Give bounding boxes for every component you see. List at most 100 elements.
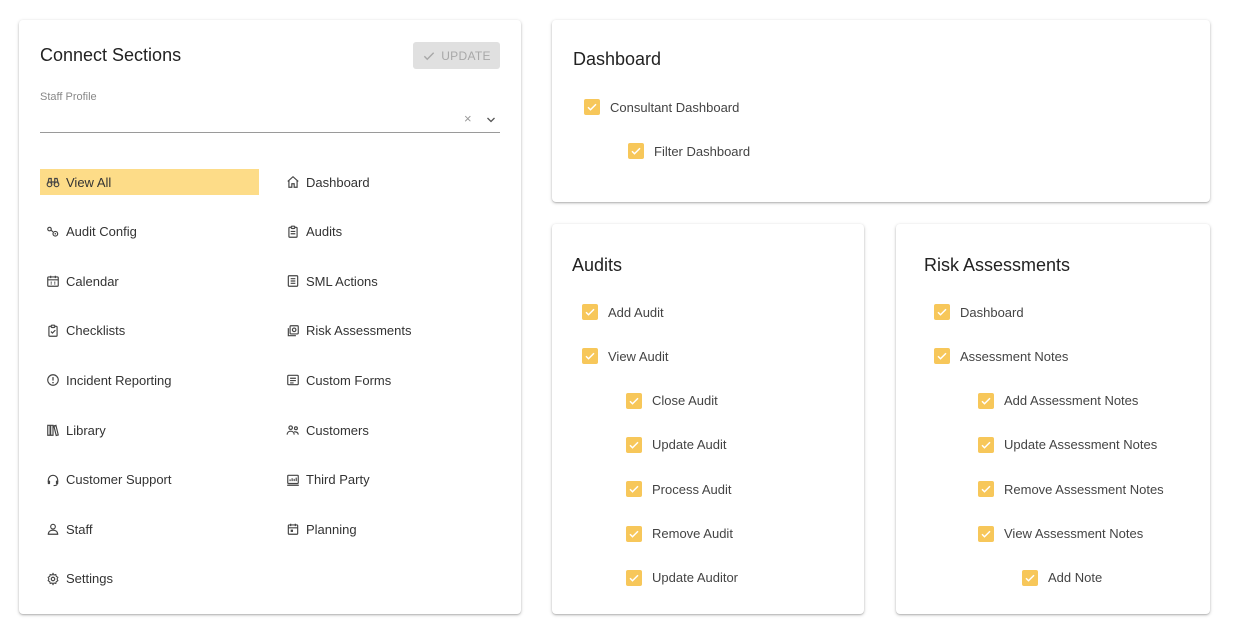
permission-filter-dashboard: Filter Dashboard (628, 142, 750, 160)
checkmark-icon (629, 441, 639, 449)
nav-item-label: Customers (306, 422, 369, 438)
nav-item-audits[interactable]: Audits (280, 219, 500, 245)
list-document-icon (286, 274, 300, 288)
nav-item-incident-reporting[interactable]: Incident Reporting (40, 367, 260, 393)
staff-profile-select[interactable] (40, 108, 460, 132)
third-party-icon (286, 473, 300, 487)
permission-process-audit: Process Audit (626, 480, 732, 498)
nav-item-audit-config[interactable]: Audit Config (40, 219, 260, 245)
audits-permissions-card: Audits Add Audit View Audit Close Audit Upd… (552, 224, 864, 614)
permission-checkbox[interactable] (628, 143, 644, 160)
permission-label: Update Auditor (652, 570, 739, 586)
permission-checkbox[interactable] (626, 392, 642, 409)
checkmark-icon (585, 353, 595, 361)
nav-item-dashboard[interactable]: Dashboard (280, 169, 500, 195)
nav-item-label: Custom Forms (306, 372, 392, 388)
permission-remove-audit: Remove Audit (626, 525, 733, 543)
checkmark-icon (981, 530, 991, 538)
permission-remove-assessment-notes: Remove Assessment Notes (978, 480, 1164, 498)
nav-item-view-all[interactable]: View All (40, 169, 259, 195)
checkmark-icon (937, 353, 947, 361)
library-icon (46, 423, 60, 437)
connect-sections-card: Connect Sections UPDATE Staff Profile × … (19, 20, 521, 614)
permission-add-assessment-notes: Add Assessment Notes (978, 392, 1138, 410)
risk-assessments-permissions-card: Risk Assessments Dashboard Assessment Not… (896, 224, 1210, 614)
audits-permissions-title: Audits (572, 255, 623, 275)
checkmark-icon (587, 103, 597, 111)
permission-checkbox[interactable] (626, 525, 642, 542)
nav-item-planning[interactable]: Planning (280, 516, 500, 542)
staff-profile-label: Staff Profile (40, 91, 97, 103)
permission-checkbox[interactable] (582, 304, 598, 320)
nav-item-label: Staff (66, 521, 93, 537)
permission-checkbox[interactable] (978, 436, 994, 453)
nav-item-label: Checklists (66, 323, 126, 339)
headset-icon (46, 473, 60, 487)
risk-assessments-permissions-title: Risk Assessments (924, 255, 1071, 275)
nav-item-staff[interactable]: Staff (40, 516, 260, 542)
nav-item-customer-support[interactable]: Customer Support (40, 467, 260, 493)
chevron-down-icon[interactable] (485, 114, 497, 126)
checkmark-icon (631, 148, 641, 156)
permission-checkbox[interactable] (1022, 569, 1038, 586)
permission-label: Assessment Notes (960, 348, 1069, 364)
permission-checkbox[interactable] (626, 569, 642, 586)
nav-item-label: Settings (66, 571, 113, 587)
people-icon (286, 423, 300, 437)
checkmark-icon (1025, 574, 1035, 582)
nav-item-library[interactable]: Library (40, 417, 260, 443)
permission-update-auditor: Update Auditor (626, 569, 738, 587)
checkmark-icon (981, 485, 991, 493)
permission-checkbox[interactable] (978, 525, 994, 542)
nav-item-customers[interactable]: Customers (280, 417, 500, 443)
nav-item-label: SML Actions (306, 273, 378, 289)
clear-selection-icon[interactable]: × (464, 112, 472, 125)
permission-label: Update Assessment Notes (1004, 437, 1158, 453)
nav-item-custom-forms[interactable]: Custom Forms (280, 367, 500, 393)
permission-label: Remove Assessment Notes (1004, 481, 1164, 497)
form-icon (286, 373, 300, 387)
permission-update-audit: Update Audit (626, 436, 726, 454)
gear-icon (46, 572, 60, 586)
nav-item-third-party[interactable]: Third Party (280, 467, 500, 493)
clipboard-check-icon (46, 324, 60, 338)
dashboard-permissions-card: Dashboard Consultant Dashboard Filter Das… (552, 20, 1210, 202)
permission-checkbox[interactable] (934, 348, 950, 365)
permission-checkbox[interactable] (582, 348, 598, 365)
checkmark-icon (937, 308, 947, 316)
permission-add-audit: Add Audit (582, 303, 664, 321)
checkmark-icon (629, 397, 639, 405)
nav-item-calendar[interactable]: Calendar (40, 268, 260, 294)
permission-label: Update Audit (652, 437, 727, 453)
permission-label: View Audit (608, 348, 669, 364)
nav-item-risk-assessments[interactable]: Risk Assessments (280, 318, 500, 344)
permission-view-audit: View Audit (582, 347, 668, 365)
permission-checkbox[interactable] (978, 481, 994, 498)
checkmark-icon (585, 308, 595, 316)
permission-update-assessment-notes: Update Assessment Notes (978, 436, 1157, 454)
permission-checkbox[interactable] (934, 304, 950, 320)
nav-item-sml-actions[interactable]: SML Actions (280, 268, 500, 294)
checkmark-icon (629, 530, 639, 538)
binoculars-icon (46, 175, 60, 189)
permission-checkbox[interactable] (584, 99, 600, 115)
permission-label: Add Audit (608, 304, 664, 320)
checkmark-icon (629, 574, 639, 582)
audit-config-icon (46, 225, 60, 239)
permission-checkbox[interactable] (626, 481, 642, 498)
nav-item-label: Calendar (66, 273, 119, 289)
nav-item-label: Risk Assessments (306, 323, 412, 339)
permission-label: View Assessment Notes (1004, 526, 1144, 541)
nav-item-settings[interactable]: Settings (40, 566, 260, 592)
connect-sections-title: Connect Sections (40, 45, 182, 65)
permission-checkbox[interactable] (626, 436, 642, 453)
permission-label: Consultant Dashboard (610, 99, 740, 115)
permission-assessment-notes: Assessment Notes (934, 347, 1068, 365)
clipboard-icon (286, 225, 300, 239)
permission-label: Process Audit (652, 481, 732, 497)
nav-item-checklists[interactable]: Checklists (40, 318, 260, 344)
permission-checkbox[interactable] (978, 392, 994, 409)
permission-close-audit: Close Audit (626, 392, 718, 410)
permission-add-note: Add Note (1022, 569, 1102, 587)
update-button[interactable]: UPDATE (413, 42, 500, 69)
